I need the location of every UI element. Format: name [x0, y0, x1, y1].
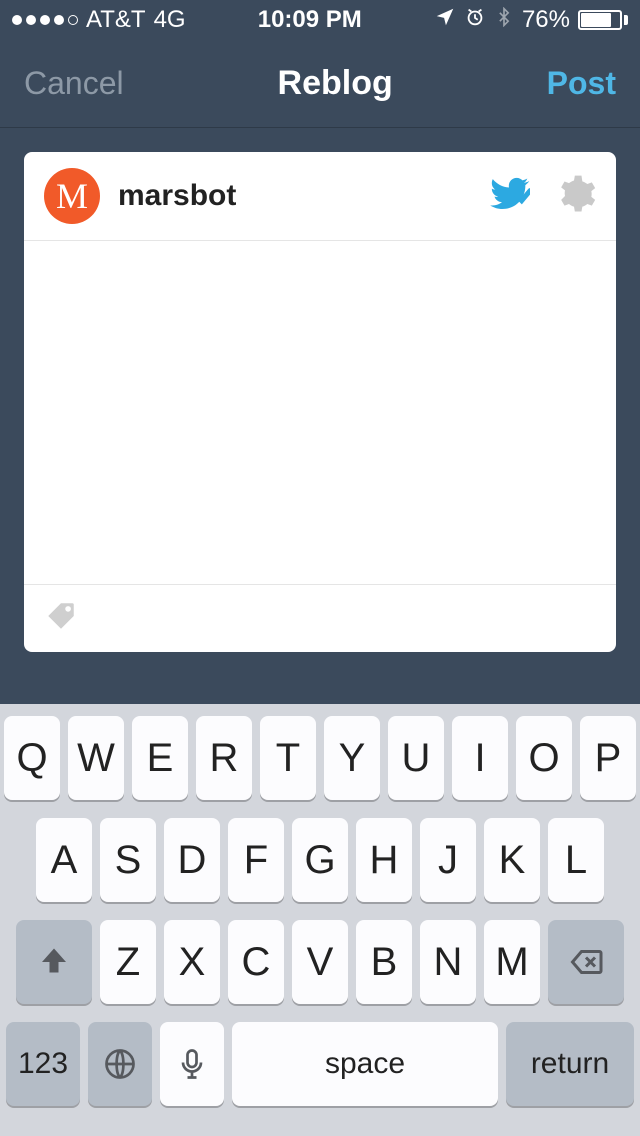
key-z[interactable]: Z: [100, 920, 156, 1004]
keyboard-row-3: Z X C V B N M: [6, 920, 634, 1004]
battery-icon: [578, 10, 628, 30]
key-123[interactable]: 123: [6, 1022, 80, 1106]
key-m[interactable]: M: [484, 920, 540, 1004]
key-g[interactable]: G: [292, 818, 348, 902]
page-title: Reblog: [278, 64, 393, 103]
key-x[interactable]: X: [164, 920, 220, 1004]
compose-card: M marsbot: [24, 152, 616, 652]
key-a[interactable]: A: [36, 818, 92, 902]
avatar[interactable]: M: [44, 168, 100, 224]
bluetooth-icon: [494, 6, 514, 34]
key-b[interactable]: B: [356, 920, 412, 1004]
key-k[interactable]: K: [484, 818, 540, 902]
carrier-label: AT&T: [86, 6, 146, 34]
key-return[interactable]: return: [506, 1022, 634, 1106]
key-l[interactable]: L: [548, 818, 604, 902]
key-h[interactable]: H: [356, 818, 412, 902]
key-u[interactable]: U: [388, 716, 444, 800]
compose-body[interactable]: [24, 240, 616, 585]
status-left: AT&T 4G: [12, 6, 186, 34]
keyboard-row-2: A S D F G H J K L: [6, 818, 634, 902]
key-s[interactable]: S: [100, 818, 156, 902]
key-mic[interactable]: [160, 1022, 224, 1106]
alarm-icon: [464, 6, 486, 35]
key-d[interactable]: D: [164, 818, 220, 902]
keyboard: Q W E R T Y U I O P A S D F G H J K L Z …: [0, 704, 640, 1136]
key-o[interactable]: O: [516, 716, 572, 800]
key-c[interactable]: C: [228, 920, 284, 1004]
network-label: 4G: [154, 6, 186, 34]
key-shift[interactable]: [16, 920, 92, 1004]
username-label[interactable]: marsbot: [118, 179, 472, 213]
tag-icon[interactable]: [44, 599, 78, 638]
key-backspace[interactable]: [548, 920, 624, 1004]
key-space[interactable]: space: [232, 1022, 498, 1106]
compose-area: M marsbot: [0, 128, 640, 676]
nav-bar: Cancel Reblog Post: [0, 40, 640, 128]
cancel-button[interactable]: Cancel: [24, 65, 124, 102]
status-right: 76%: [434, 6, 628, 35]
key-j[interactable]: J: [420, 818, 476, 902]
key-y[interactable]: Y: [324, 716, 380, 800]
keyboard-row-1: Q W E R T Y U I O P: [6, 716, 634, 800]
key-r[interactable]: R: [196, 716, 252, 800]
keyboard-row-4: 123 space return: [6, 1022, 634, 1106]
signal-dots: [12, 15, 78, 25]
key-t[interactable]: T: [260, 716, 316, 800]
location-icon: [434, 6, 456, 35]
compose-footer: [24, 585, 616, 652]
twitter-share-icon[interactable]: [490, 174, 530, 219]
status-time: 10:09 PM: [258, 6, 362, 34]
gear-icon[interactable]: [556, 174, 596, 219]
key-q[interactable]: Q: [4, 716, 60, 800]
key-v[interactable]: V: [292, 920, 348, 1004]
compose-textarea[interactable]: [44, 257, 596, 568]
key-globe[interactable]: [88, 1022, 152, 1106]
compose-header: M marsbot: [24, 152, 616, 240]
key-i[interactable]: I: [452, 716, 508, 800]
key-n[interactable]: N: [420, 920, 476, 1004]
key-e[interactable]: E: [132, 716, 188, 800]
status-bar: AT&T 4G 10:09 PM 76%: [0, 0, 640, 40]
battery-pct: 76%: [522, 6, 570, 34]
key-p[interactable]: P: [580, 716, 636, 800]
post-button[interactable]: Post: [547, 65, 616, 102]
key-f[interactable]: F: [228, 818, 284, 902]
key-w[interactable]: W: [68, 716, 124, 800]
